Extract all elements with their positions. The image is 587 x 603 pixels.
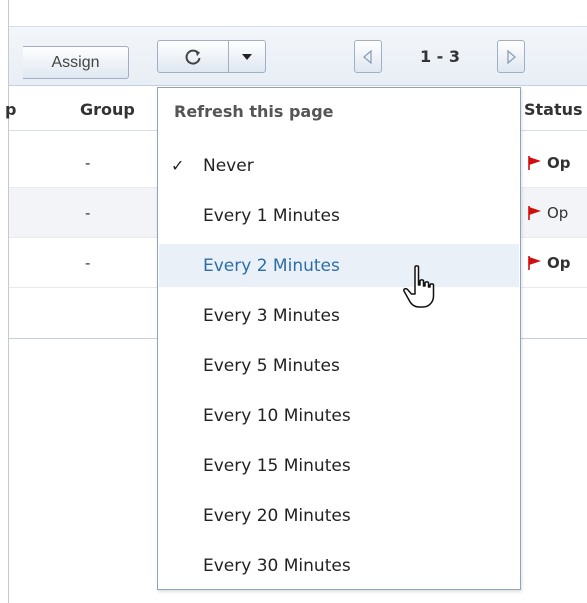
menu-item-every-20-minutes[interactable]: Every 20 Minutes xyxy=(159,494,519,537)
menu-item-label: Every 2 Minutes xyxy=(203,255,340,276)
menu-item-label: Every 5 Minutes xyxy=(203,355,340,376)
pager-range: 1 - 3 xyxy=(419,47,461,66)
status-text: Op xyxy=(547,154,571,172)
menu-item-label: Every 20 Minutes xyxy=(203,505,351,526)
menu-item-label: Never xyxy=(203,155,254,176)
refresh-dropdown-button[interactable] xyxy=(228,40,266,73)
status-cell: Op xyxy=(527,138,571,188)
status-cell: Op xyxy=(527,238,571,288)
menu-item-every-15-minutes[interactable]: Every 15 Minutes xyxy=(159,444,519,487)
status-text: Op xyxy=(547,204,569,222)
menu-heading: Refresh this page xyxy=(174,102,334,121)
triangle-right-icon xyxy=(507,49,516,64)
triangle-left-icon xyxy=(363,49,372,64)
menu-item-label: Every 1 Minutes xyxy=(203,205,340,226)
hand-pointer-icon xyxy=(403,265,435,308)
menu-item-every-3-minutes[interactable]: Every 3 Minutes xyxy=(159,294,519,337)
column-header-group[interactable]: Group xyxy=(80,87,135,131)
grid-toolbar: Assign 1 - 3 xyxy=(9,27,587,86)
checkmark-icon: ✓ xyxy=(171,156,185,175)
caret-down-icon xyxy=(242,53,252,60)
red-flag-icon xyxy=(528,256,541,270)
refresh-button[interactable] xyxy=(157,40,229,73)
previous-page-button[interactable] xyxy=(354,40,382,73)
assign-button[interactable]: Assign xyxy=(23,46,129,79)
column-header-partial[interactable]: p xyxy=(5,87,16,131)
menu-item-label: Every 30 Minutes xyxy=(203,555,351,576)
next-page-button[interactable] xyxy=(497,40,525,73)
top-strip xyxy=(9,0,587,27)
menu-item-every-5-minutes[interactable]: Every 5 Minutes xyxy=(159,344,519,387)
menu-item-label: Every 10 Minutes xyxy=(203,405,351,426)
column-header-status[interactable]: Status xyxy=(524,87,583,131)
menu-item-every-1-minutes[interactable]: Every 1 Minutes xyxy=(159,194,519,237)
red-flag-icon xyxy=(528,206,541,220)
status-text: Op xyxy=(547,254,571,272)
group-cell: - xyxy=(85,204,91,222)
red-flag-icon xyxy=(528,156,541,170)
menu-item-label: Every 15 Minutes xyxy=(203,455,351,476)
menu-item-label: Every 3 Minutes xyxy=(203,305,340,326)
refresh-interval-menu: Refresh this page ✓ Never Every 1 Minute… xyxy=(157,87,521,590)
menu-item-every-2-minutes[interactable]: Every 2 Minutes xyxy=(159,244,519,287)
menu-item-every-30-minutes[interactable]: Every 30 Minutes xyxy=(159,544,519,587)
menu-item-every-10-minutes[interactable]: Every 10 Minutes xyxy=(159,394,519,437)
group-cell: - xyxy=(85,154,91,172)
menu-item-never[interactable]: ✓ Never xyxy=(159,144,519,187)
refresh-icon xyxy=(185,49,201,65)
status-cell: Op xyxy=(527,188,568,238)
group-cell: - xyxy=(85,254,91,272)
